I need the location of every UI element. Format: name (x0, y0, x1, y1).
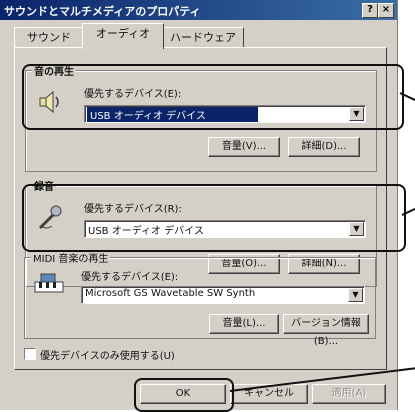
preferred-only-checkbox[interactable] (24, 348, 36, 360)
playback-highlight-box (22, 64, 404, 130)
midi-keyboard-icon (34, 273, 64, 293)
ok-highlight-box (134, 378, 234, 412)
tab-sound[interactable]: サウンド (14, 27, 84, 48)
midi-device-label: 優先するデバイス(E): (81, 272, 179, 283)
midi-volume-button[interactable]: 音量(L)... (209, 314, 279, 334)
recording-highlight-box (22, 184, 406, 252)
window-title: サウンドとマルチメディアのプロパティ (4, 5, 201, 18)
midi-group-title: MIDI 音楽の再生 (31, 250, 111, 265)
tab-hardware[interactable]: ハードウェア (162, 27, 244, 48)
close-button[interactable]: × (378, 3, 394, 18)
chevron-down-icon[interactable]: ▼ (348, 288, 363, 302)
midi-about-button[interactable]: バージョン情報(B)... (283, 314, 369, 347)
playback-volume-button[interactable]: 音量(V)... (208, 137, 280, 157)
midi-device-value: Microsoft GS Wavetable SW Synth (85, 288, 256, 299)
midi-device-select[interactable]: Microsoft GS Wavetable SW Synth ▼ (81, 286, 365, 304)
playback-advanced-button[interactable]: 詳細(D)... (288, 137, 360, 157)
help-button[interactable]: ? (362, 3, 378, 18)
apply-button[interactable]: 適用(A) (312, 384, 386, 404)
midi-group: MIDI 音楽の再生 優先するデバイス(E): Microsoft GS Wav… (24, 250, 376, 347)
tab-audio[interactable]: オーディオ (82, 23, 164, 49)
title-bar[interactable]: サウンドとマルチメディアのプロパティ ? × (0, 0, 397, 20)
preferred-only-label: 優先デバイスのみ使用する(U) (40, 351, 175, 362)
